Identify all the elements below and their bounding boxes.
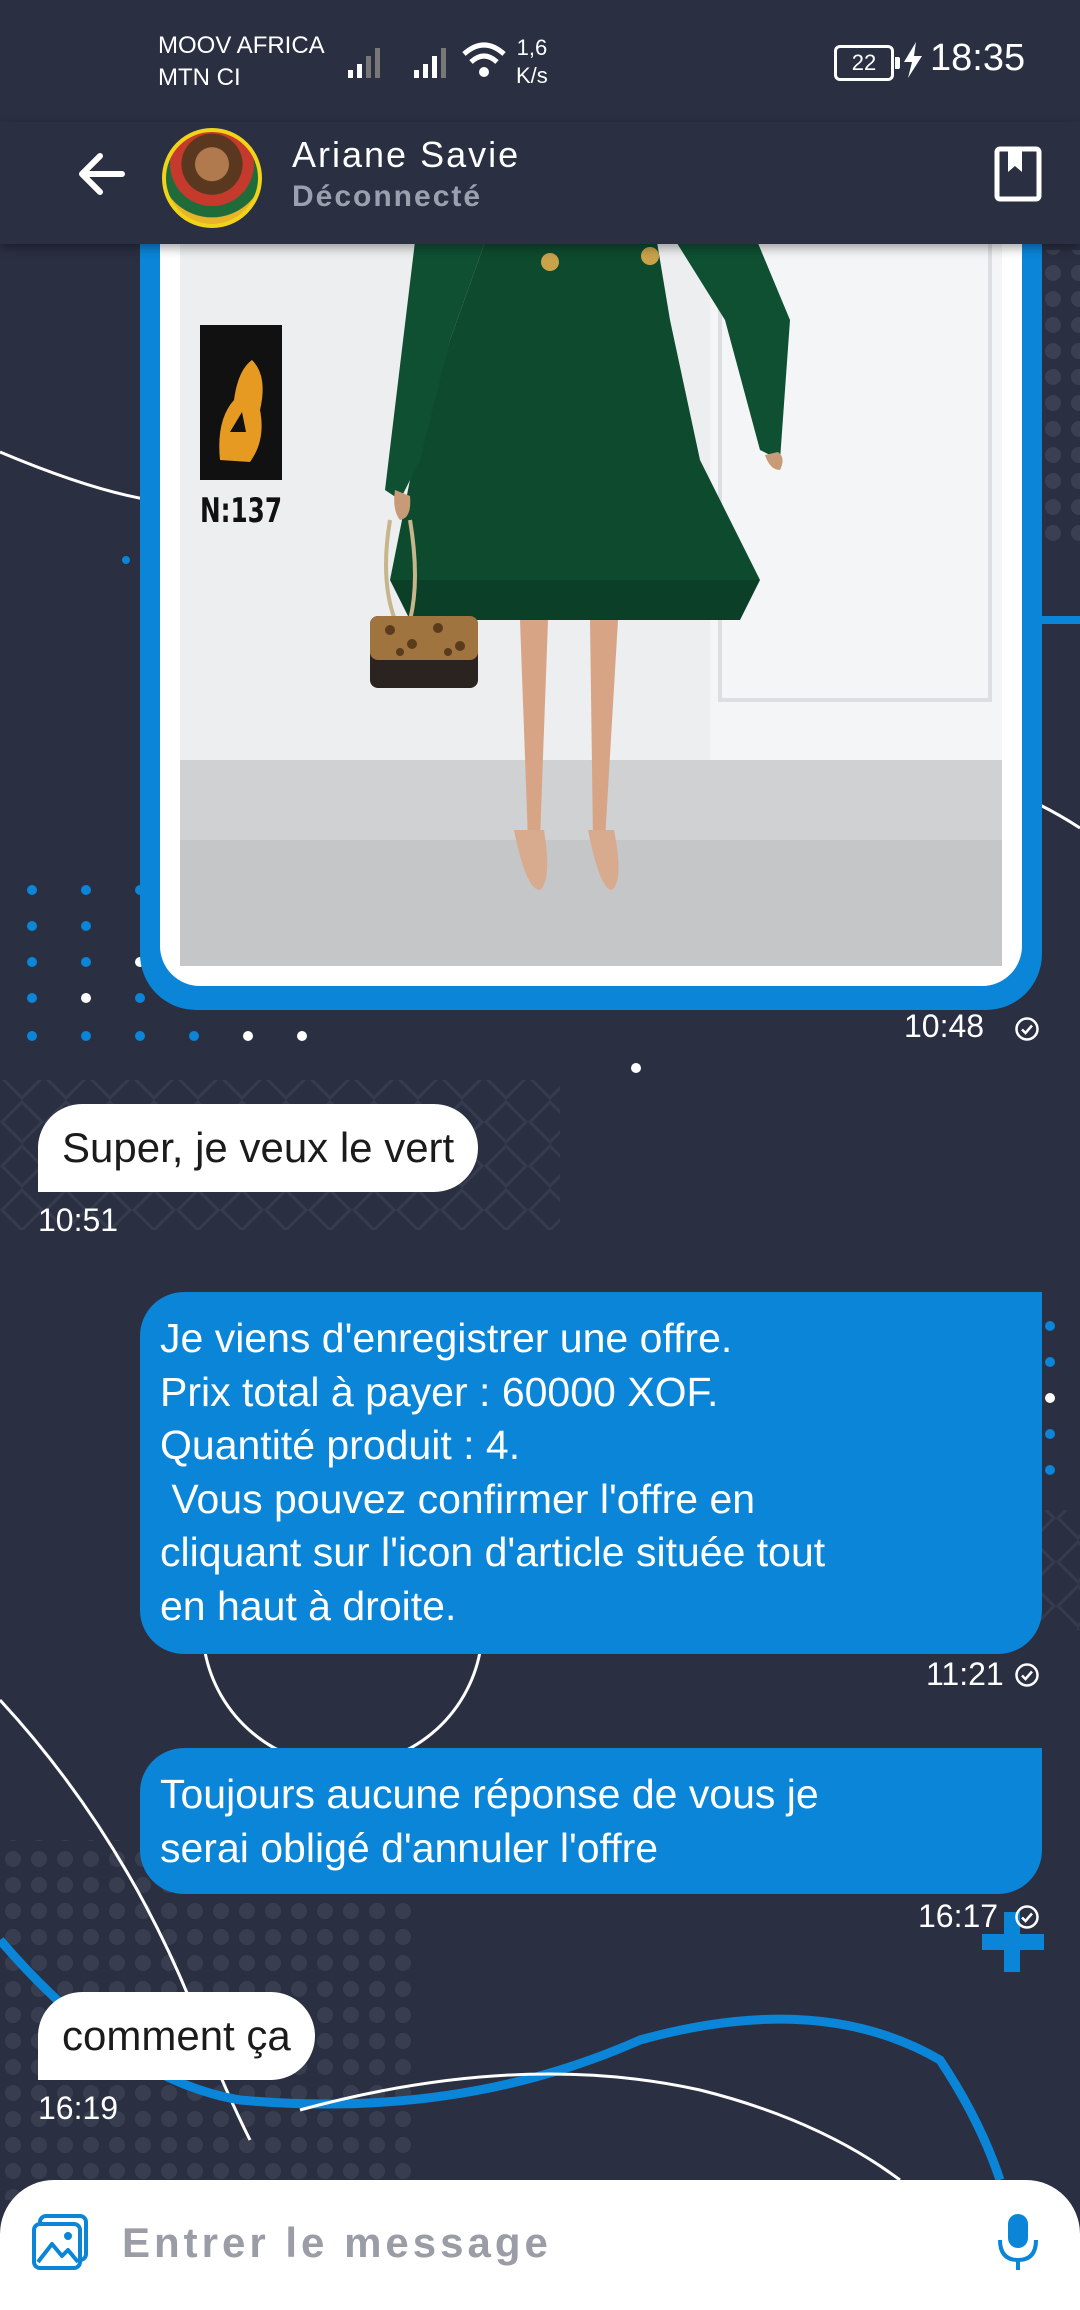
contact-name[interactable]: Ariane Savie xyxy=(292,134,520,176)
message-composer xyxy=(0,2180,1080,2310)
network-speed: 1,6 K/s xyxy=(516,34,548,90)
incoming-message[interactable]: comment ça xyxy=(38,1992,315,2080)
message-line: Toujours aucune réponse de vous je xyxy=(160,1771,819,1817)
carrier-line-2: MTN CI xyxy=(158,64,241,91)
message-text: comment ça xyxy=(62,2012,291,2059)
message-time: 10:51 xyxy=(38,1202,119,1238)
message-time: 16:19 xyxy=(38,2090,119,2126)
signal-icon-sim2 xyxy=(414,48,446,78)
wifi-icon xyxy=(462,42,506,77)
outgoing-message[interactable]: Toujours aucune réponse de vous je serai… xyxy=(140,1748,1042,1894)
chat-header: Ariane Savie Déconnecté xyxy=(0,122,1080,244)
message-time: 10:48 xyxy=(904,1008,985,1044)
product-image-message[interactable]: N:137 xyxy=(140,200,1042,1010)
carrier-info: MOOV AFRICA MTN CI xyxy=(158,30,325,94)
back-button[interactable] xyxy=(72,144,132,204)
sent-check-icon xyxy=(1015,1905,1039,1929)
outgoing-message[interactable]: Je viens d'enregistrer une offre. Prix t… xyxy=(140,1292,1042,1654)
message-line: Prix total à payer : 60000 XOF. xyxy=(160,1368,719,1415)
contact-status: Déconnecté xyxy=(292,180,483,213)
status-clock: 18:35 xyxy=(930,37,1026,79)
message-time: 16:17 xyxy=(918,1898,999,1934)
status-bar: MOOV AFRICA MTN CI 1,6 K/s 22 18:35 xyxy=(0,0,1080,122)
message-line: Je viens d'enregistrer une offre. xyxy=(160,1315,733,1361)
message-line: Vous pouvez confirmer l'offre en xyxy=(160,1475,756,1522)
message-time: 11:21 xyxy=(926,1656,1004,1692)
contact-avatar[interactable] xyxy=(162,128,262,228)
product-photo-illustration: N:137 xyxy=(180,200,1002,966)
network-speed-value: 1,6 xyxy=(516,35,548,60)
charging-icon xyxy=(904,42,922,78)
message-line: cliquant sur l'icon d'article située tou… xyxy=(160,1529,826,1575)
sent-check-icon xyxy=(1015,1017,1039,1041)
product-photo[interactable]: N:137 xyxy=(180,200,1002,966)
message-text: Super, je veux le vert xyxy=(62,1124,455,1171)
message-input[interactable] xyxy=(120,2206,944,2280)
incoming-message[interactable]: Super, je veux le vert xyxy=(38,1104,479,1192)
sent-check-icon xyxy=(1015,1663,1039,1687)
message-line: Quantité produit : 4. xyxy=(160,1422,521,1468)
battery-level: 22 xyxy=(851,50,877,75)
image-frame: N:137 xyxy=(160,200,1022,986)
microphone-icon[interactable] xyxy=(992,2210,1044,2274)
image-gallery-icon[interactable] xyxy=(30,2212,90,2272)
product-code-label: N:137 xyxy=(200,491,282,531)
battery-icon: 22 xyxy=(834,45,900,81)
article-icon[interactable] xyxy=(994,146,1042,202)
carrier-line-1: MOOV AFRICA xyxy=(158,32,325,59)
signal-icon-sim1 xyxy=(348,48,380,78)
chat-screen: MOOV AFRICA MTN CI 1,6 K/s 22 18:35 Aria… xyxy=(0,0,1080,2310)
network-speed-unit: K/s xyxy=(516,63,548,88)
message-line: serai obligé d'annuler l'offre xyxy=(160,1824,659,1871)
message-line: en haut à droite. xyxy=(160,1582,457,1629)
